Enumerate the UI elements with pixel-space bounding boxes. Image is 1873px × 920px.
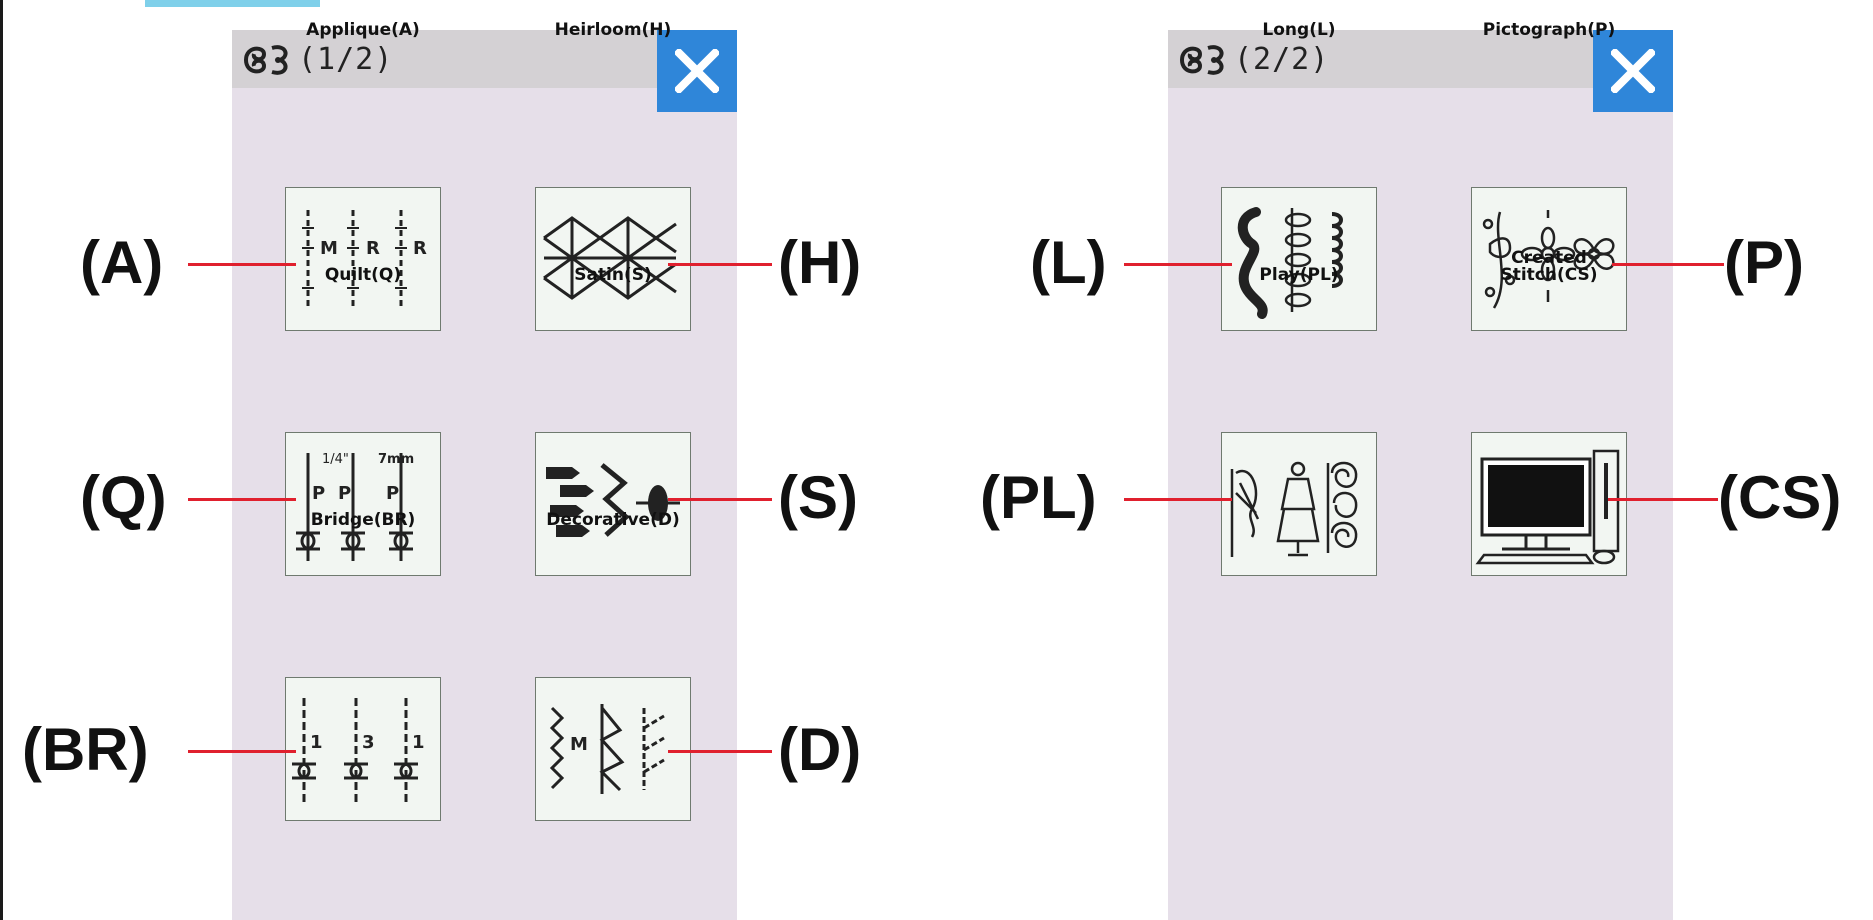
callout-satin: (S) — [778, 464, 858, 531]
quilt-letter: P — [312, 483, 325, 504]
bridge-number: 1 — [412, 732, 425, 753]
callout-applique: (A) — [80, 229, 164, 296]
category-tile[interactable] — [1221, 187, 1377, 331]
leader-line — [1124, 498, 1232, 501]
stitch-pattern-icon — [1180, 45, 1224, 75]
category-label: Created Stitch(CS) — [1431, 250, 1667, 284]
callout-pictograph: (P) — [1724, 229, 1804, 296]
close-icon — [1611, 49, 1655, 93]
category-tile[interactable]: 1 3 1 — [285, 677, 441, 821]
heirloom-stitch-icon — [543, 216, 677, 300]
leader-line — [188, 750, 296, 753]
category-tile[interactable]: M — [535, 677, 691, 821]
category-tile[interactable] — [535, 432, 691, 576]
category-label: Applique(A) — [306, 20, 420, 40]
category-tile[interactable]: M R R — [285, 187, 441, 331]
quilt-stitch-icon: 1/4" 7mm P P P — [296, 452, 414, 561]
decorative-stitch-icon: M — [549, 704, 665, 794]
quilt-label: 1/4" — [322, 452, 349, 467]
quilt-letter: P — [386, 483, 399, 504]
quilt-letter: P — [338, 483, 351, 504]
computer-monitor-icon — [1475, 449, 1620, 565]
panel-title: (2/2) — [1234, 42, 1330, 77]
stitch-menu-panel-2: (2/2) Long(L) Pictograph(P) Play(PL) Cre… — [1168, 22, 1673, 920]
close-button[interactable] — [1593, 30, 1673, 112]
category-label: Heirloom(H) — [554, 20, 672, 40]
callout-long: (L) — [1030, 229, 1107, 296]
quilt-label: 7mm — [378, 452, 414, 467]
callout-created-stitch: (CS) — [1718, 464, 1842, 531]
panel-title: (1/2) — [298, 42, 394, 77]
close-button[interactable] — [657, 30, 737, 112]
leader-line — [668, 498, 772, 501]
bridge-number: 1 — [310, 732, 323, 753]
category-tile[interactable] — [1221, 432, 1377, 576]
category-label: Pictograph(P) — [1482, 20, 1616, 40]
bridge-stitch-icon: 1 3 1 — [292, 698, 425, 806]
leader-line — [188, 498, 296, 501]
satin-stitch-icon — [546, 463, 680, 537]
category-label: Bridge(BR) — [310, 510, 416, 530]
long-stitch-icon — [1237, 207, 1343, 319]
category-tile[interactable] — [1471, 432, 1627, 576]
category-label: Long(L) — [1262, 20, 1336, 40]
applique-letter: M — [320, 238, 338, 259]
frame-edge — [0, 0, 3, 920]
category-tile[interactable] — [535, 187, 691, 331]
stitch-pattern-icon — [244, 45, 288, 75]
play-stitch-icon — [1230, 461, 1358, 557]
leader-line — [1608, 498, 1718, 501]
callout-decorative: (D) — [778, 716, 862, 783]
close-icon — [675, 49, 719, 93]
decorative-letter: M — [570, 734, 588, 755]
applique-letter: R — [366, 238, 380, 259]
category-tile[interactable]: 1/4" 7mm P P P — [285, 432, 441, 576]
bridge-number: 3 — [362, 732, 375, 753]
stitch-menu-panel-1: (1/2) Applique(A) M R R Heirloom(H) Quil… — [232, 22, 737, 920]
leader-line — [188, 263, 296, 266]
top-tab-indicator — [145, 0, 320, 7]
category-label-line-2: Stitch(CS) — [1500, 265, 1598, 285]
callout-heirloom: (H) — [778, 229, 862, 296]
callout-bridge: (BR) — [22, 716, 149, 783]
callout-play: (PL) — [980, 464, 1097, 531]
callout-quilt: (Q) — [80, 464, 167, 531]
applique-stitch-icon: M R R — [302, 210, 427, 308]
category-label: Quilt(Q) — [324, 265, 402, 285]
leader-line — [1612, 263, 1724, 266]
applique-letter: R — [413, 238, 427, 259]
leader-line — [668, 750, 772, 753]
leader-line — [1124, 263, 1232, 266]
category-label: Play(PL) — [1259, 265, 1339, 285]
category-label: Decorative(D) — [546, 510, 680, 530]
leader-line — [668, 263, 772, 266]
category-label: Satin(S) — [574, 265, 652, 285]
